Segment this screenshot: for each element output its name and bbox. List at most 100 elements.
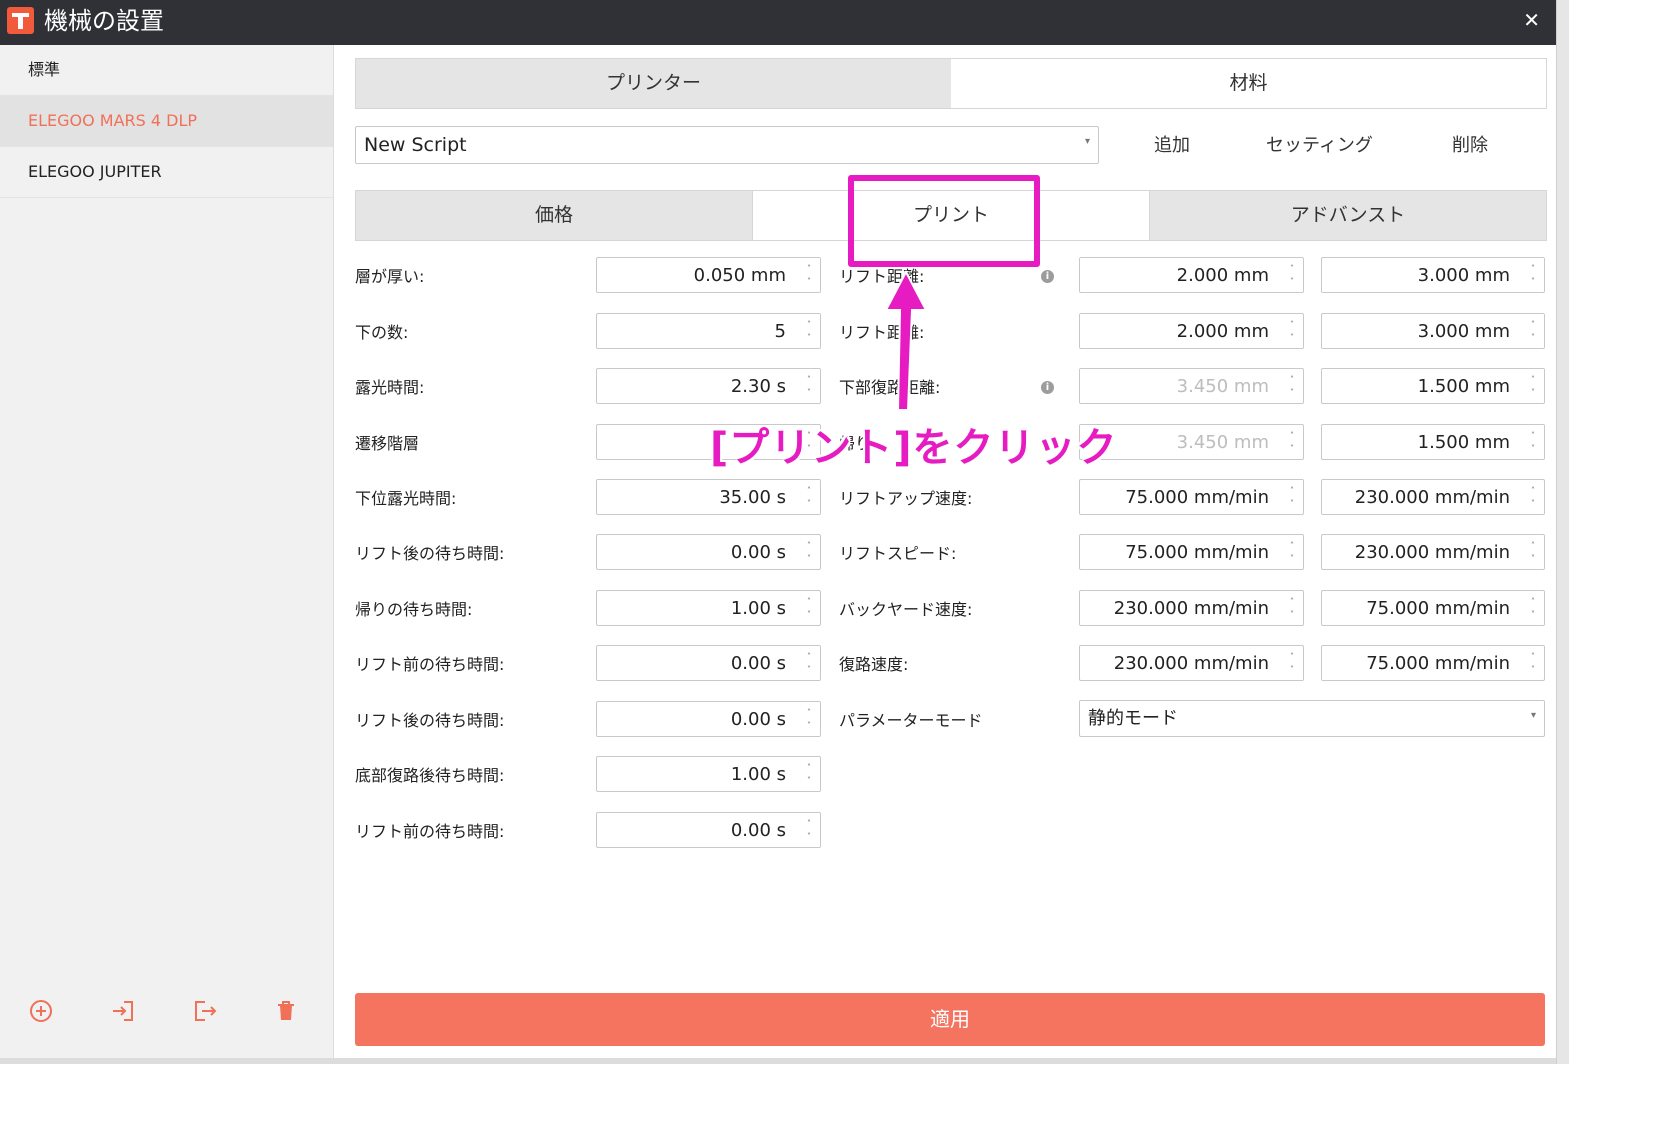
spinner-icon[interactable]: ˄ ˅ — [1528, 262, 1538, 288]
spinner-icon[interactable]: ˄ ˅ — [1528, 429, 1538, 455]
window-title: 機械の設置 — [44, 7, 164, 35]
app-logo-icon — [7, 7, 34, 34]
import-icon[interactable] — [110, 998, 140, 1028]
label-wait-after-lift: リフト後の待ち時間: — [355, 544, 505, 563]
label-retract-distance: 帰り: — [839, 434, 877, 453]
exposure-time-input[interactable]: 2.30 s ˄ ˅ — [596, 368, 821, 404]
tab-material[interactable]: 材料 — [951, 59, 1546, 108]
spinner-icon[interactable]: ˄ ˅ — [804, 318, 814, 344]
lift-up-speed-input-2[interactable]: 230.000 mm/min ˄ ˅ — [1321, 479, 1545, 515]
spinner-icon[interactable]: ˄ ˅ — [1528, 373, 1538, 399]
sidebar-toolbar — [0, 998, 333, 1028]
export-icon[interactable] — [192, 998, 222, 1028]
bottom-count-input[interactable]: 5 ˄ ˅ — [596, 313, 821, 349]
tab-printer[interactable]: プリンター — [356, 59, 951, 108]
label-bottom-retract-distance: 下部復路距離: — [839, 378, 941, 397]
settings-button[interactable]: セッティング — [1266, 131, 1373, 157]
spinner-icon[interactable]: ˄ ˅ — [804, 595, 814, 621]
spinner-icon: ˄ ˅ — [1290, 431, 1294, 453]
delete-button[interactable]: 削除 — [1452, 131, 1488, 157]
backyard-speed-input-2[interactable]: 75.000 mm/min ˄ ˅ — [1321, 590, 1545, 626]
bottom-edge — [0, 1058, 1556, 1064]
lift-distance-2-input-2[interactable]: 3.000 mm ˄ ˅ — [1321, 313, 1545, 349]
label-bottom-wait-before-lift: リフト前の待ち時間: — [355, 822, 505, 841]
transition-layers-input[interactable]: ˄ ˅ — [596, 424, 821, 460]
add-button[interactable]: 追加 — [1154, 131, 1190, 157]
spinner-icon[interactable]: ˄ ˅ — [804, 262, 814, 288]
wait-after-retract-input[interactable]: 1.00 s ˄ ˅ — [596, 590, 821, 626]
spinner-icon[interactable]: ˄ ˅ — [804, 373, 814, 399]
sidebar-item-mars4-dlp[interactable]: ELEGOO MARS 4 DLP — [0, 96, 333, 147]
lift-up-speed-input-1[interactable]: 75.000 mm/min ˄ ˅ — [1079, 479, 1304, 515]
spinner-icon[interactable]: ˄ ˅ — [804, 706, 814, 732]
spinner-icon[interactable]: ˄ ˅ — [1528, 484, 1538, 510]
bottom-wait-before-lift-input[interactable]: 0.00 s ˄ ˅ — [596, 812, 821, 848]
spinner-icon[interactable]: ˄ ˅ — [1528, 650, 1538, 676]
script-select-value: New Script — [364, 134, 467, 156]
sub-tabs: 価格 プリント アドバンスト — [355, 190, 1547, 241]
retract-distance-input-1: 3.450 mm ˄ ˅ — [1079, 424, 1304, 460]
sidebar: 標準 ELEGOO MARS 4 DLP ELEGOO JUPITER — [0, 45, 334, 1058]
lift-distance-input-1[interactable]: 2.000 mm ˄ ˅ — [1079, 257, 1304, 293]
tab-price[interactable]: 価格 — [356, 191, 753, 240]
close-icon[interactable]: ✕ — [1523, 8, 1540, 32]
spinner-icon[interactable]: ˄ ˅ — [804, 484, 814, 510]
script-select[interactable]: New Script ▾ — [355, 126, 1099, 164]
label-bottom-exposure-time: 下位露光時間: — [355, 489, 457, 508]
label-lift-distance-2: リフト距離: — [839, 323, 925, 342]
lift-distance-input-2[interactable]: 3.000 mm ˄ ˅ — [1321, 257, 1545, 293]
bottom-wait-after-lift-input[interactable]: 0.00 s ˄ ˅ — [596, 701, 821, 737]
top-tabs: プリンター 材料 — [355, 58, 1547, 109]
spinner-icon[interactable]: ˄ ˅ — [1287, 262, 1297, 288]
lift-speed-input-2[interactable]: 230.000 mm/min ˄ ˅ — [1321, 534, 1545, 570]
info-icon[interactable]: i — [1041, 381, 1054, 394]
spinner-icon[interactable]: ˄ ˅ — [1287, 484, 1297, 510]
apply-button[interactable]: 適用 — [355, 993, 1545, 1046]
spinner-icon: ˄ ˅ — [1290, 375, 1294, 397]
spinner-icon[interactable]: ˄ ˅ — [1528, 595, 1538, 621]
retract-distance-input-2[interactable]: 1.500 mm ˄ ˅ — [1321, 424, 1545, 460]
parameter-mode-value: 静的モード — [1088, 708, 1178, 729]
spinner-icon[interactable]: ˄ ˅ — [804, 761, 814, 787]
sidebar-item-jupiter[interactable]: ELEGOO JUPITER — [0, 147, 333, 198]
lift-distance-2-input-1[interactable]: 2.000 mm ˄ ˅ — [1079, 313, 1304, 349]
retract-speed-input-1[interactable]: 230.000 mm/min ˄ ˅ — [1079, 645, 1304, 681]
main-panel: プリンター 材料 New Script ▾ 追加 セッティング 削除 価格 プリ… — [334, 45, 1556, 1058]
spinner-icon[interactable]: ˄ ˅ — [804, 650, 814, 676]
spinner-icon[interactable]: ˄ ˅ — [1528, 539, 1538, 565]
label-parameter-mode: パラメーターモード — [839, 711, 983, 730]
lift-speed-input-1[interactable]: 75.000 mm/min ˄ ˅ — [1079, 534, 1304, 570]
layer-thickness-input[interactable]: 0.050 mm ˄ ˅ — [596, 257, 821, 293]
label-lift-up-speed: リフトアップ速度: — [839, 489, 973, 508]
add-circle-icon[interactable] — [28, 998, 58, 1028]
label-bottom-wait-after-retract: 底部復路後待ち時間: — [355, 766, 505, 785]
spinner-icon[interactable]: ˄ ˅ — [804, 429, 814, 455]
label-lift-speed: リフトスピード: — [839, 544, 957, 563]
parameter-mode-select[interactable]: 静的モード ▾ — [1079, 700, 1545, 737]
info-icon[interactable]: i — [1041, 270, 1054, 283]
tab-print[interactable]: プリント — [753, 191, 1150, 240]
spinner-icon[interactable]: ˄ ˅ — [1287, 595, 1297, 621]
bottom-retract-distance-input-2[interactable]: 1.500 mm ˄ ˅ — [1321, 368, 1545, 404]
label-wait-after-retract: 帰りの待ち時間: — [355, 600, 473, 619]
wait-before-lift-input[interactable]: 0.00 s ˄ ˅ — [596, 645, 821, 681]
title-bar: 機械の設置 ✕ — [0, 0, 1556, 45]
retract-speed-input-2[interactable]: 75.000 mm/min ˄ ˅ — [1321, 645, 1545, 681]
wait-after-lift-input[interactable]: 0.00 s ˄ ˅ — [596, 534, 821, 570]
window-scrollbar[interactable] — [1556, 0, 1569, 1064]
trash-icon[interactable] — [273, 998, 303, 1028]
spinner-icon[interactable]: ˄ ˅ — [1287, 318, 1297, 344]
label-lift-distance: リフト距離: — [839, 267, 925, 286]
tab-advanced[interactable]: アドバンスト — [1150, 191, 1546, 240]
spinner-icon[interactable]: ˄ ˅ — [1287, 650, 1297, 676]
label-retract-speed: 復路速度: — [839, 655, 909, 674]
spinner-icon[interactable]: ˄ ˅ — [804, 817, 814, 843]
bottom-exposure-time-input[interactable]: 35.00 s ˄ ˅ — [596, 479, 821, 515]
sidebar-item-standard[interactable]: 標準 — [0, 45, 333, 96]
bottom-wait-after-retract-input[interactable]: 1.00 s ˄ ˅ — [596, 756, 821, 792]
backyard-speed-input-1[interactable]: 230.000 mm/min ˄ ˅ — [1079, 590, 1304, 626]
label-transition-layers: 遷移階層 — [355, 434, 420, 453]
spinner-icon[interactable]: ˄ ˅ — [1528, 318, 1538, 344]
spinner-icon[interactable]: ˄ ˅ — [804, 539, 814, 565]
spinner-icon[interactable]: ˄ ˅ — [1287, 539, 1297, 565]
